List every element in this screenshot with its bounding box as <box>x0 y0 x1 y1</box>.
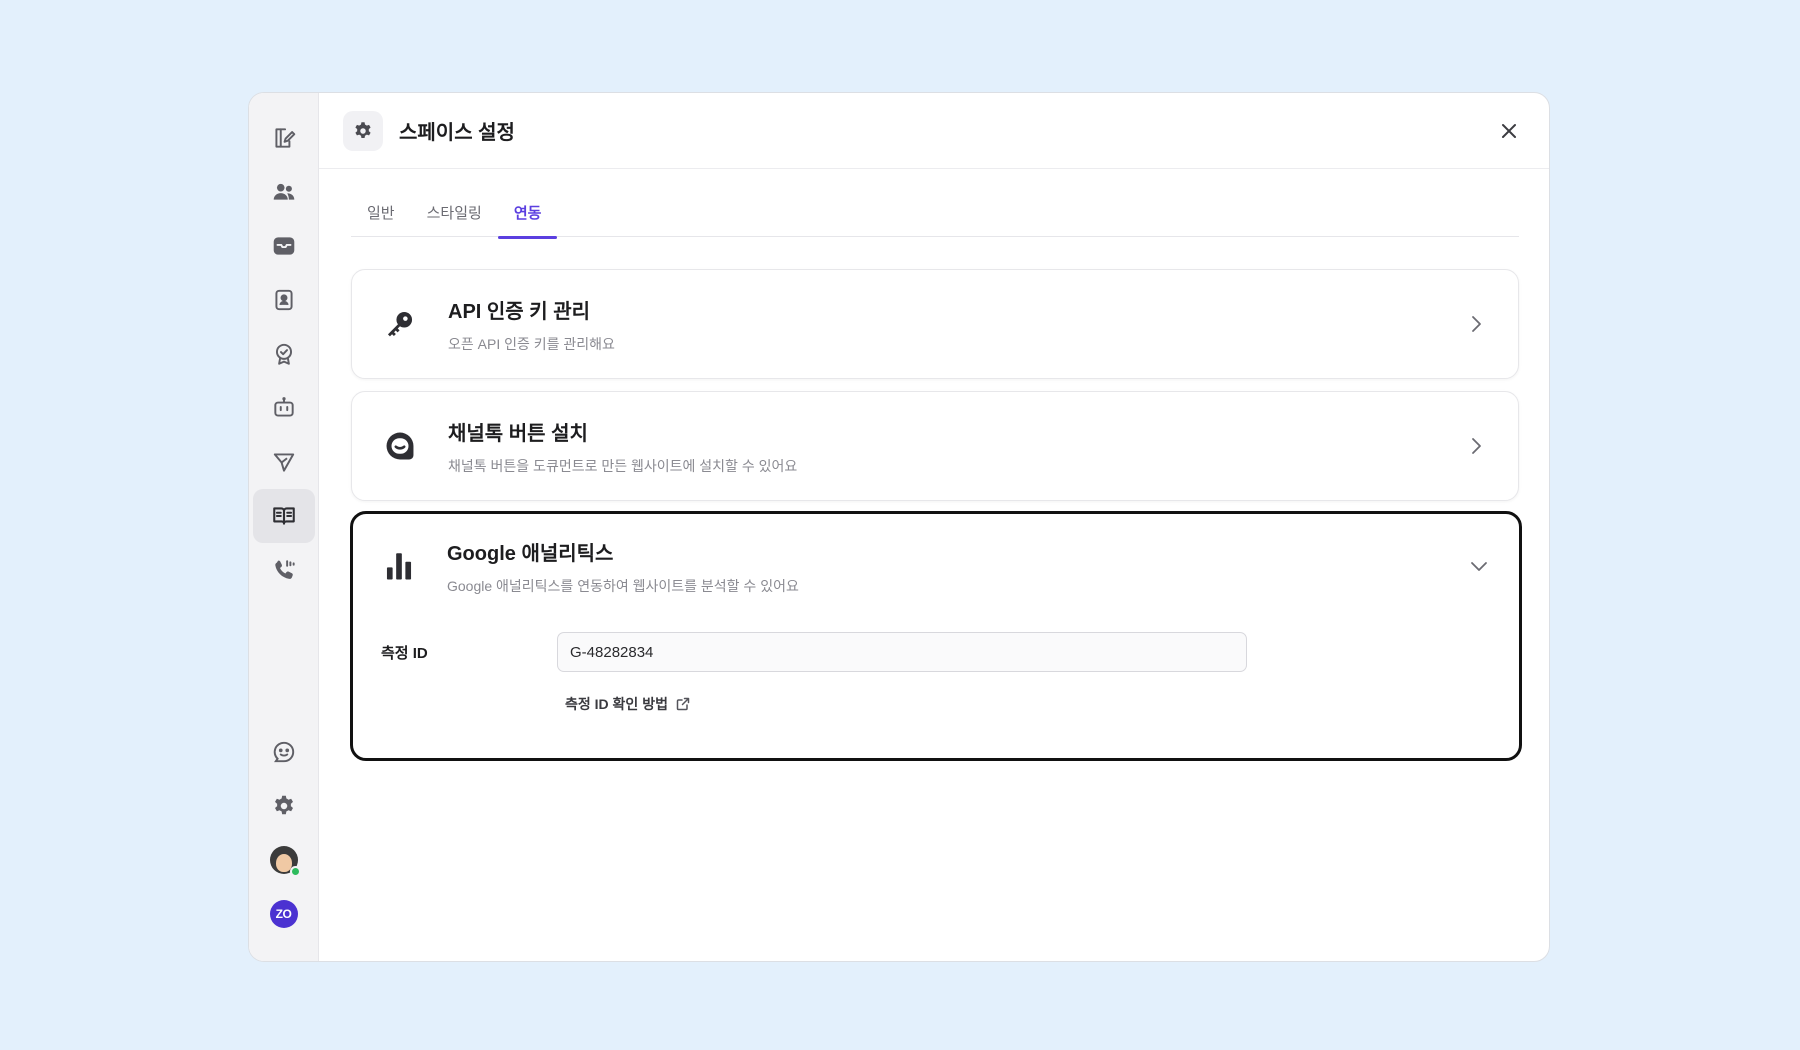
sidebar-item-documents[interactable] <box>252 489 315 543</box>
sidebar-item-bot[interactable] <box>253 381 315 435</box>
google-analytics-title: Google 애널리틱스 <box>447 542 614 565</box>
sidebar-top-group <box>252 111 315 597</box>
users-icon <box>273 183 294 200</box>
external-link-icon <box>676 697 690 711</box>
chevron-right-icon <box>1464 312 1488 336</box>
close-button[interactable] <box>1493 115 1525 147</box>
channeltalk-description: 채널톡 버튼을 도큐먼트로 만든 웹사이트에 설치할 수 있어요 <box>448 457 798 474</box>
key-icon <box>382 306 418 342</box>
settings-main: 스페이스 설정 일반 스타일링 연동 API 인증 키 관리 오픈 API 인증… <box>319 93 1549 961</box>
google-analytics-card-text: Google 애널리틱스 Google 애널리틱스를 연동하여 웹사이트를 분석… <box>447 537 1467 596</box>
chevron-right-icon <box>1464 434 1488 458</box>
tab-styling[interactable]: 스타일링 <box>411 203 498 237</box>
api-key-card-row[interactable]: API 인증 키 관리 오픈 API 인증 키를 관리해요 <box>352 270 1518 378</box>
avatar-face <box>275 854 292 872</box>
settings-window: ZO 스페이스 설정 일반 스타일링 연동 API 인증 키 관리 오픈 API… <box>248 92 1550 962</box>
close-icon <box>1502 124 1516 138</box>
bot-icon <box>273 397 294 417</box>
phone-icon <box>274 560 295 579</box>
api-key-card[interactable]: API 인증 키 관리 오픈 API 인증 키를 관리해요 <box>351 269 1519 379</box>
channeltalk-icon <box>382 428 418 464</box>
sidebar-item-contacts[interactable] <box>253 273 315 327</box>
chevron-down-icon <box>1467 554 1491 578</box>
compose-icon <box>274 128 295 148</box>
help-link-label: 측정 ID 확인 방법 <box>565 696 668 712</box>
channeltalk-card-text: 채널톡 버튼 설치 채널톡 버튼을 도큐먼트로 만든 웹사이트에 설치할 수 있… <box>448 417 1464 476</box>
api-key-card-text: API 인증 키 관리 오픈 API 인증 키를 관리해요 <box>448 295 1464 354</box>
google-analytics-card-header[interactable]: Google 애널리틱스 Google 애널리틱스를 연동하여 웹사이트를 분석… <box>353 514 1519 618</box>
badge-icon <box>275 343 292 365</box>
channeltalk-card-row[interactable]: 채널톡 버튼 설치 채널톡 버튼을 도큐먼트로 만든 웹사이트에 설치할 수 있… <box>352 392 1518 500</box>
sidebar-item-badge[interactable] <box>253 327 315 381</box>
measurement-id-input[interactable] <box>557 632 1247 672</box>
workspace-logo: ZO <box>269 900 298 928</box>
api-key-title: API 인증 키 관리 <box>448 300 591 323</box>
sidebar-item-inbox[interactable] <box>253 219 315 273</box>
sidebar-item-send[interactable] <box>253 435 315 489</box>
page-title: 스페이스 설정 <box>399 122 515 144</box>
inbox-icon <box>273 237 294 255</box>
measurement-id-label: 측정 ID <box>381 644 428 662</box>
measurement-id-row: 측정 ID <box>381 632 1247 672</box>
tab-general[interactable]: 일반 <box>351 203 411 237</box>
channeltalk-button-card[interactable]: 채널톡 버튼 설치 채널톡 버튼을 도큐먼트로 만든 웹사이트에 설치할 수 있… <box>351 391 1519 501</box>
sidebar-item-compose[interactable] <box>253 111 315 165</box>
settings-header: 스페이스 설정 <box>319 93 1549 169</box>
sidebar-bottom-group: ZO <box>253 725 315 941</box>
settings-tabs: 일반 스타일링 연동 <box>351 203 1519 239</box>
api-key-description: 오픈 API 인증 키를 관리해요 <box>448 335 615 352</box>
header-gear-icon <box>343 110 383 151</box>
measurement-id-help-link[interactable]: 측정 ID 확인 방법 <box>565 694 690 714</box>
avatar <box>269 846 301 877</box>
bar-chart-icon <box>381 548 417 584</box>
tab-integration[interactable]: 연동 <box>497 203 558 239</box>
google-analytics-description: Google 애널리틱스를 연동하여 웹사이트를 분석할 수 있어요 <box>447 577 799 594</box>
google-analytics-card: Google 애널리틱스 Google 애널리틱스를 연동하여 웹사이트를 분석… <box>350 511 1522 761</box>
send-icon <box>273 453 294 472</box>
online-status-indicator <box>289 866 301 877</box>
sidebar-item-support[interactable] <box>253 725 315 779</box>
gear-icon <box>274 795 293 815</box>
sidebar-item-settings[interactable] <box>253 779 315 833</box>
book-icon <box>272 507 295 525</box>
sidebar-item-users[interactable] <box>253 165 315 219</box>
contacts-icon <box>274 289 293 311</box>
sidebar-item-phone[interactable] <box>253 543 315 597</box>
channeltalk-title: 채널톡 버튼 설치 <box>448 422 588 445</box>
sidebar-item-profile[interactable] <box>253 833 315 887</box>
sidebar-item-workspace[interactable]: ZO <box>253 887 315 941</box>
smiley-chat-icon <box>273 741 294 763</box>
sidebar: ZO <box>249 93 319 961</box>
